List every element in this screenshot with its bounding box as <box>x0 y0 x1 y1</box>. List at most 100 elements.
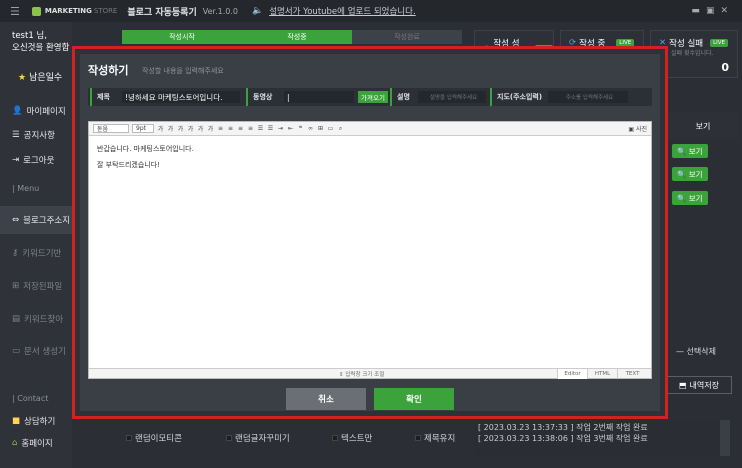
search-icon: 🔍 <box>677 193 687 203</box>
close-icon[interactable]: ✕ <box>720 6 734 16</box>
checkbox[interactable] <box>226 435 232 441</box>
sidebar-item-doc-generator[interactable]: ▭ 문서 생성기 <box>12 342 66 360</box>
quote-icon[interactable]: ❝ <box>297 125 304 133</box>
outdent-icon[interactable]: ⇤ <box>287 125 294 133</box>
sidebar-item-notice[interactable]: ☰ 공지사항 <box>12 126 55 144</box>
save-history-label: 내역저장 <box>689 380 719 390</box>
align-center-icon[interactable]: ≡ <box>227 125 234 133</box>
sidebar-item-blog-address[interactable]: ⇔ 블로그주소지 <box>12 211 70 229</box>
font-select[interactable]: 돋움 <box>93 124 129 133</box>
log-scrollbar[interactable] <box>720 420 730 456</box>
sidebar-item-homepage[interactable]: ⌂ 홈페이지 <box>12 434 53 452</box>
field-row: 제목 !녕하세요 마케팅스토어입니다. 동영상 | 가져오기 설명 설명을 입력… <box>88 88 652 106</box>
window-controls[interactable]: ▬▣✕ <box>691 6 734 16</box>
sidebar-item-label: 마이페이지 <box>26 107 66 117</box>
option-random-emoticon[interactable]: 랜덤이모티콘 <box>126 432 182 444</box>
sidebar-item-label: 로그아웃 <box>23 156 55 166</box>
ordered-list-icon[interactable]: ☰ <box>257 125 264 133</box>
sidebar-item-label: 공지사항 <box>23 131 55 141</box>
live-badge: LIVE <box>710 39 729 47</box>
align-right-icon[interactable]: ≡ <box>237 125 244 133</box>
link-icon[interactable]: ∞ <box>307 125 314 133</box>
view-button-3[interactable]: 🔍 보기 <box>672 191 708 205</box>
view-button-label: 보기 <box>688 169 703 179</box>
delete-selected-button[interactable]: — 선택삭제 <box>676 346 716 357</box>
fail-count: 0 <box>721 61 729 74</box>
sidebar-item-mypage[interactable]: 👤 마이페이지 <box>12 102 66 120</box>
view-button-2[interactable]: 🔍 보기 <box>672 167 708 181</box>
search-icon[interactable]: ⌕ <box>337 125 344 133</box>
home-icon: ⌂ <box>12 438 18 448</box>
option-label: 텍스트만 <box>341 434 373 444</box>
rich-text-editor[interactable]: 돋움 9pt 가 가 가 가 가 가 ≡ ≡ ≡ ≡ ☰ ☰ ⇥ ⇤ ❝ ∞ ⊞… <box>88 121 652 379</box>
strike-icon[interactable]: 가 <box>187 125 194 133</box>
sidebar-item-consult[interactable]: ■ 상담하기 <box>12 412 55 430</box>
align-left-icon[interactable]: ≡ <box>217 125 224 133</box>
save-history-button[interactable]: ⬒ 내역저장 <box>666 376 732 394</box>
option-keep-title[interactable]: 제목유지 <box>415 432 455 444</box>
photo-button[interactable]: ▣ 사진 <box>628 124 647 133</box>
remaining-days-label: 남은일수 <box>29 73 63 83</box>
subject-input[interactable]: !녕하세요 마케팅스토어입니다. <box>122 91 240 103</box>
log-line: [ 2023.03.23 13:37:33 ] 작업 2번째 작업 완료 <box>478 423 648 432</box>
search-icon: 🔍 <box>677 146 687 156</box>
user-name: test1 님, <box>12 31 47 41</box>
sidebar-item-label: 키워드기반 <box>22 249 62 259</box>
sidebar-item-label: 문서 생성기 <box>24 347 66 357</box>
fail-subtext: 실패 횟수입니다. <box>671 50 714 57</box>
log-line: [ 2023.03.23 13:38:06 ] 작업 3번째 작업 완료 <box>478 434 648 443</box>
title-bar: ☰ MARKETING STORE 블로그 자동등록기 Ver.1.0.0 🔈 … <box>0 0 742 22</box>
tab-editor[interactable]: Editor <box>557 369 587 379</box>
plus-box-icon: ⊞ <box>12 281 20 291</box>
checkbox[interactable] <box>332 435 338 441</box>
checkbox[interactable] <box>415 435 421 441</box>
tab-html[interactable]: HTML <box>587 369 617 379</box>
bullet-list-icon[interactable]: ☰ <box>267 125 274 133</box>
bg-color-icon[interactable]: 가 <box>207 125 214 133</box>
description-input[interactable]: 설명을 입력해주세요 <box>418 91 486 103</box>
sidebar-item-keyword[interactable]: ⚷ 키워드기반 <box>12 244 61 262</box>
option-text-only[interactable]: 텍스트만 <box>332 432 372 444</box>
table-icon[interactable]: ⊞ <box>317 125 324 133</box>
sidebar-item-label: 키워드찾아 <box>24 315 64 325</box>
view-button-label: 보기 <box>688 146 703 156</box>
sidebar-item-logout[interactable]: ⇥ 로그아웃 <box>12 151 54 169</box>
notice-link[interactable]: 설명서가 Youtube에 업로드 되었습니다. <box>269 5 415 17</box>
user-icon: 👤 <box>12 106 23 116</box>
editor-toolbar: 돋움 9pt 가 가 가 가 가 가 ≡ ≡ ≡ ≡ ☰ ☰ ⇥ ⇤ ❝ ∞ ⊞… <box>89 122 651 136</box>
video-label: 동영상 <box>246 88 282 106</box>
maximize-icon[interactable]: ▣ <box>706 6 721 16</box>
view-button-label: 보기 <box>688 193 703 203</box>
bold-icon[interactable]: 가 <box>157 125 164 133</box>
cancel-button[interactable]: 취소 <box>286 388 366 410</box>
editor-footer: ⇕ 입력창 크기 조절 Editor HTML TEXT <box>89 368 651 379</box>
resize-handle[interactable]: ⇕ 입력창 크기 조절 <box>339 370 384 378</box>
size-value: 9pt <box>136 125 146 132</box>
size-select[interactable]: 9pt <box>132 124 154 133</box>
view-button-1[interactable]: 🔍 보기 <box>672 144 708 158</box>
editor-content[interactable]: 반갑습니다. 마케팅스토어입니다. 잘 부탁드리겠습니다! <box>97 144 194 170</box>
video-input[interactable]: | <box>284 91 354 103</box>
logout-icon: ⇥ <box>12 155 20 165</box>
tab-text[interactable]: TEXT <box>617 369 647 379</box>
menu-icon[interactable]: ☰ <box>10 5 20 18</box>
checkbox[interactable] <box>126 435 132 441</box>
sidebar-item-keyword-find[interactable]: ▤ 키워드찾아 <box>12 310 63 328</box>
image-icon[interactable]: ▭ <box>327 125 334 133</box>
delete-selected-label: 선택삭제 <box>686 347 716 356</box>
font-color-icon[interactable]: 가 <box>197 125 204 133</box>
remaining-days: ★ 남은일수 <box>18 73 63 83</box>
sidebar-item-saved-files[interactable]: ⊞ 저장된파일 <box>12 277 62 295</box>
minimize-icon[interactable]: ▬ <box>691 6 706 16</box>
justify-icon[interactable]: ≡ <box>247 125 254 133</box>
map-input[interactable]: 주소를 입력해주세요 <box>548 91 628 103</box>
description-label: 설명 <box>390 88 416 106</box>
italic-icon[interactable]: 가 <box>167 125 174 133</box>
dialog-title: 작성하기 <box>88 64 129 77</box>
underline-icon[interactable]: 가 <box>177 125 184 133</box>
ok-button[interactable]: 확인 <box>374 388 454 410</box>
indent-icon[interactable]: ⇥ <box>277 125 284 133</box>
option-random-decoration[interactable]: 랜덤글자꾸미기 <box>226 432 290 444</box>
fetch-button[interactable]: 가져오기 <box>358 91 388 103</box>
brand-name: MARKETING <box>44 7 92 15</box>
